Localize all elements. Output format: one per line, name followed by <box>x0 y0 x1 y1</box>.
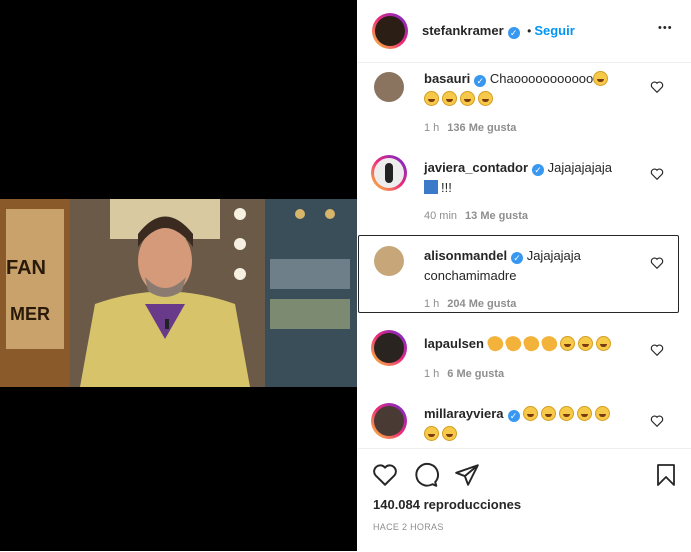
avatar[interactable] <box>375 16 405 46</box>
comment-meta: 40 min 13 Me gusta <box>424 210 528 222</box>
avatar[interactable] <box>374 333 404 363</box>
clap-emoji-icon <box>539 333 559 354</box>
comment-text: basauri ✓ Chaooooooooooo <box>424 69 644 109</box>
comment-body: Chaooooooooooo <box>489 71 594 86</box>
comment-username[interactable]: alisonmandel <box>424 248 507 263</box>
comment-body: Jajajajaja <box>526 248 581 263</box>
clap-emoji-icon <box>503 333 523 354</box>
comment-likes[interactable]: 6 Me gusta <box>447 368 504 380</box>
verified-icon: ✓ <box>507 27 520 39</box>
comment-time[interactable]: 40 min <box>424 210 457 222</box>
avatar-ring[interactable] <box>371 330 407 366</box>
comment-item: millarayviera ✓ <box>358 390 691 448</box>
laughing-emoji-icon <box>595 406 611 421</box>
heart-icon[interactable] <box>650 80 664 94</box>
verified-icon: ✓ <box>474 75 487 87</box>
avatar[interactable] <box>374 158 404 188</box>
like-heart-icon[interactable] <box>372 462 398 488</box>
avatar[interactable] <box>374 246 404 276</box>
comment-likes[interactable]: 136 Me gusta <box>447 122 516 134</box>
comment-time[interactable]: 1 h <box>424 298 439 310</box>
avatar[interactable] <box>374 72 404 102</box>
post-header: stefankramer ✓ • Seguir ••• <box>358 0 691 63</box>
comment-username[interactable]: javiera_contador <box>424 160 528 175</box>
header-user: stefankramer ✓ • Seguir <box>422 22 575 40</box>
comment-item: lapaulsen 1 h 6 Me gusta <box>358 318 691 388</box>
laughing-emoji-icon <box>523 406 539 421</box>
laughing-emoji-icon <box>541 406 557 421</box>
comment-time[interactable]: 1 h <box>424 122 439 134</box>
comment-text: lapaulsen <box>424 333 644 354</box>
avatar-ring[interactable] <box>371 403 407 439</box>
laughing-emoji-icon <box>593 71 609 86</box>
heart-icon[interactable] <box>650 167 664 181</box>
post-timestamp[interactable]: HACE 2 HORAS <box>373 522 444 532</box>
comment-body-line2: !!! <box>441 180 452 195</box>
laughing-emoji-icon <box>595 336 611 351</box>
laughing-emoji-icon <box>577 336 593 351</box>
poster-text-2: MER <box>10 304 50 324</box>
verified-icon: ✓ <box>511 252 524 264</box>
verified-icon: ✓ <box>507 410 520 422</box>
follow-button[interactable]: Seguir <box>534 23 574 38</box>
laughing-emoji-icon <box>577 406 593 421</box>
comment-username[interactable]: lapaulsen <box>424 336 484 351</box>
comment-body: Jajajajajaja <box>547 160 612 175</box>
heart-icon[interactable] <box>650 256 664 270</box>
comment-bubble-icon[interactable] <box>413 462 439 488</box>
comment-meta: 1 h 136 Me gusta <box>424 122 516 134</box>
comment-username[interactable]: basauri <box>424 71 470 86</box>
comment-body-line2: conchamimadre <box>424 268 517 283</box>
laughing-emoji-icon <box>442 91 457 106</box>
clap-emoji-icon <box>521 333 541 354</box>
comment-likes[interactable]: 204 Me gusta <box>447 298 516 310</box>
comment-text: javiera_contador ✓ Jajajajajaja !!! <box>424 158 644 198</box>
heart-icon[interactable] <box>650 343 664 357</box>
comment-meta: 1 h 6 Me gusta <box>424 368 504 380</box>
laughing-emoji-icon <box>559 336 575 351</box>
avatar-ring[interactable] <box>372 13 408 49</box>
video-player[interactable]: FAN MER <box>0 0 357 551</box>
post-username[interactable]: stefankramer <box>422 23 504 38</box>
laughing-emoji-icon <box>559 406 575 421</box>
heart-icon[interactable] <box>650 414 664 428</box>
comment-item-highlighted: alisonmandel ✓ Jajajajaja conchamimadre 1… <box>358 235 679 313</box>
more-options-icon[interactable]: ••• <box>658 22 673 34</box>
post-panel: stefankramer ✓ • Seguir ••• basauri ✓ Chaoo… <box>358 0 691 551</box>
laughing-emoji-icon <box>424 426 439 441</box>
comment-username[interactable]: millarayviera <box>424 406 504 421</box>
laughing-emoji-icon <box>442 426 457 441</box>
avatar-ring[interactable] <box>371 155 407 191</box>
laughing-emoji-icon <box>424 91 439 106</box>
verified-icon: ✓ <box>532 164 545 176</box>
flag-emoji-icon <box>424 180 438 194</box>
comment-meta: 1 h 204 Me gusta <box>424 298 516 310</box>
comment-text: millarayviera ✓ <box>424 404 644 444</box>
poster-text-1: FAN <box>6 257 46 279</box>
comment-time[interactable]: 1 h <box>424 368 439 380</box>
dot-separator: • <box>527 24 532 38</box>
bookmark-icon[interactable] <box>654 462 678 488</box>
share-icon[interactable] <box>454 462 480 488</box>
comment-item: javiera_contador ✓ Jajajajajaja !!! 40 mi… <box>358 150 691 236</box>
video-frame[interactable]: FAN MER <box>0 199 357 387</box>
comment-item: basauri ✓ Chaooooooooooo 1 h 136 Me gusta <box>358 62 691 150</box>
clap-emoji-icon <box>485 333 505 354</box>
comment-text: alisonmandel ✓ Jajajajaja conchamimadre <box>424 246 644 286</box>
video-still <box>0 199 357 387</box>
avatar[interactable] <box>374 406 404 436</box>
post-actions: 140.084 reproducciones HACE 2 HORAS <box>358 448 691 552</box>
views-count[interactable]: 140.084 reproducciones <box>373 497 521 512</box>
laughing-emoji-icon <box>478 91 493 106</box>
laughing-emoji-icon <box>460 91 475 106</box>
comment-likes[interactable]: 13 Me gusta <box>465 210 528 222</box>
